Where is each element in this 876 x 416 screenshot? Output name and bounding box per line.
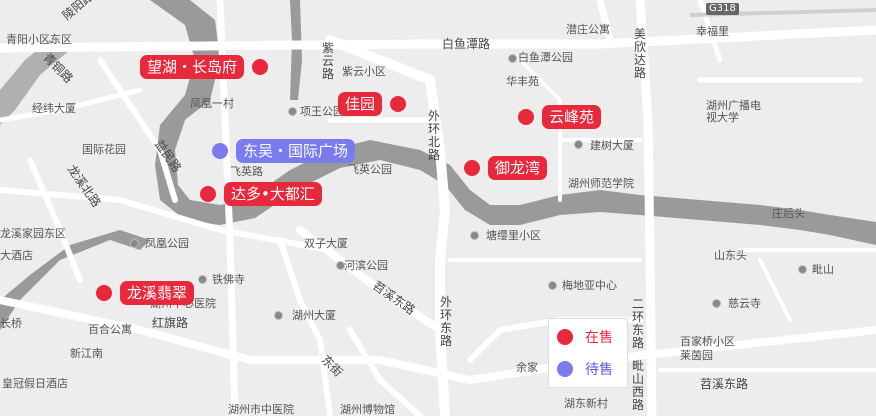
on-sale-dot-icon [557,329,573,345]
on-sale-dot-icon [464,160,480,176]
poi-marker [288,107,297,116]
property-marker-dongwu[interactable]: 东吴・国际广场 [212,139,356,163]
legend-label-on-sale: 在售 [585,330,613,346]
place-huangguan: 皇冠假日酒店 [2,377,68,390]
place-pishan: 毗山 [812,263,834,276]
place-tiefosi: 铁佛寺 [212,273,245,286]
place-hebinpark: 河滨公园 [344,259,388,272]
property-marker-jiayuan[interactable]: 佳园 [338,92,407,116]
place-shuangzi: 双子大厦 [304,237,348,250]
property-label: 佳园 [338,92,383,116]
place-qingyang: 青阳小区东区 [6,33,72,46]
property-label: 御龙湾 [488,156,548,180]
poi-marker [548,281,557,290]
property-marker-daduohui[interactable]: 达多•大都汇 [200,182,322,206]
pending-dot-icon [557,361,573,377]
highway-shield: G318 [706,3,739,15]
property-label: 云峰苑 [542,105,602,129]
place-zhuanghoutou: 庄后头 [772,207,805,220]
property-marker-yunfengyuan[interactable]: 云峰苑 [518,105,602,129]
road-label-meixin: 美欣达路 [634,27,647,80]
place-changqiao: 长桥 [0,317,22,330]
place-guangbodaxue: 湖州广播电视大学 [706,99,761,124]
property-marker-longxi[interactable]: 龙溪翡翠 [96,281,195,305]
legend-label-pending: 待售 [585,362,613,378]
place-xingfuli: 幸福里 [696,25,729,38]
place-hudongxincun: 湖东新村 [564,397,608,410]
road-label-waihuan-south: 外环东路 [440,295,453,348]
road-label-waihuan-north: 外环北路 [428,109,441,162]
road-label-zisheng: 紫云路 [322,41,335,81]
poi-marker [712,299,721,308]
place-laixiyuan: 莱茵园 [680,349,713,362]
place-jingluo: 经纬大厦 [32,102,76,115]
road-label-erhuan-dong: 二环东路 [632,297,645,350]
place-bowuguan: 湖州博物馆 [340,403,395,416]
poi-marker [336,261,345,270]
place-yutai: 余家 [516,361,538,374]
road-label-baiyutan: 白鱼潭路 [442,37,491,51]
place-shandongtou: 山东头 [714,249,747,262]
place-meidiya: 梅地亚中心 [562,279,617,292]
place-huzhoudasha: 湖州大厦 [292,309,336,322]
poi-marker [130,239,139,248]
poi-marker [798,265,807,274]
legend-row-on-sale: 在售 [557,327,613,347]
place-fenghuangpark: 凤凰公园 [145,237,189,250]
property-label: 龙溪翡翠 [120,281,195,305]
place-tangjiaoli: 塘缨里小区 [486,229,541,242]
poi-marker [274,311,283,320]
on-sale-dot-icon [96,285,112,301]
on-sale-dot-icon [200,186,216,202]
place-feiyingpark: 飞英公园 [348,163,392,176]
place-fenghuangyicun: 凤凰一村 [190,97,234,110]
place-ciyunsi: 慈云寺 [728,297,761,310]
place-baihe: 百合公寓 [88,323,132,336]
on-sale-dot-icon [390,96,407,112]
map-canvas[interactable]: G318 白鱼潭路 红旗路 苕溪东路 苕溪东路 东街 青铜路 益民路 陵阳路 龙… [0,0,876,416]
road-label-pishan-xi: 毗山西路 [632,359,645,412]
property-marker-yulongwan[interactable]: 御龙湾 [464,156,548,180]
road-label-qiyuan: 苕溪东路 [700,377,749,391]
place-zijinxiaoqu: 紫云小区 [342,65,386,78]
place-baiyutanpark: 白鱼潭公园 [518,51,573,64]
place-feiyinglu: 飞英路 [230,165,263,178]
place-shifan: 湖州师范学院 [568,177,634,190]
map-legend: 在售 待售 [548,318,628,388]
place-xinjiangnan: 新江南 [70,347,103,360]
on-sale-dot-icon [252,59,269,75]
on-sale-dot-icon [518,109,534,125]
place-huafengyuan: 华丰苑 [506,75,539,88]
place-longxijiayuan: 龙溪家园东区 [0,227,66,240]
legend-row-pending: 待售 [557,359,613,379]
property-label: 东吴・国际广场 [236,139,356,163]
poi-marker [574,140,583,149]
property-label: 达多•大都汇 [224,182,322,206]
poi-marker [470,231,479,240]
place-qiandu: 潜庄公寓 [566,23,610,36]
place-baijiaqiao: 百家桥小区 [680,335,735,348]
map-base-layer [0,0,876,416]
place-jianlidasha: 建树大厦 [590,139,634,152]
place-zhongyiyuan: 湖州市中医院 [228,403,294,416]
poi-marker [508,54,517,63]
pending-dot-icon [212,143,228,159]
road-label-hongqi: 红旗路 [152,316,189,330]
place-guojihuayuan: 国际花园 [82,143,126,156]
place-dajiudian: 大酒店 [0,249,33,262]
poi-marker [198,275,207,284]
property-label: 望湖・长岛府 [140,55,245,79]
property-marker-wanghu[interactable]: 望湖・长岛府 [140,55,269,79]
